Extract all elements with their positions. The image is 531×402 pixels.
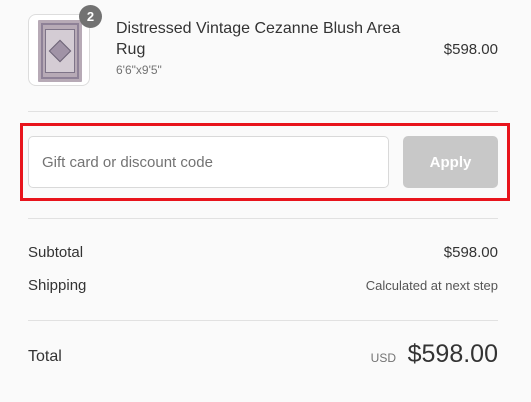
product-thumbnail: 2 bbox=[28, 5, 102, 86]
product-variant: 6'6"x9'5" bbox=[116, 63, 162, 77]
divider bbox=[28, 218, 498, 219]
cart-item: 2 Distressed Vintage Cezanne Blush Area … bbox=[28, 5, 498, 86]
divider bbox=[28, 111, 498, 112]
discount-code-input[interactable] bbox=[28, 136, 389, 188]
currency-code: USD bbox=[370, 351, 396, 365]
rug-image bbox=[38, 20, 82, 82]
subtotal-value: $598.00 bbox=[443, 244, 498, 261]
total-amount: $598.00 bbox=[407, 340, 498, 368]
total-row: Total USD $598.00 bbox=[28, 340, 498, 374]
product-name: Distressed Vintage Cezanne Blush Area Ru… bbox=[116, 20, 401, 58]
divider bbox=[28, 320, 498, 321]
shipping-value: Calculated at next step bbox=[365, 278, 498, 293]
apply-button[interactable]: Apply bbox=[403, 136, 498, 188]
shipping-label: Shipping bbox=[28, 277, 87, 294]
product-price: $598.00 bbox=[443, 41, 498, 58]
total-label: Total bbox=[28, 348, 62, 365]
subtotal-label: Subtotal bbox=[28, 244, 84, 261]
quantity-badge: 2 bbox=[79, 5, 102, 28]
